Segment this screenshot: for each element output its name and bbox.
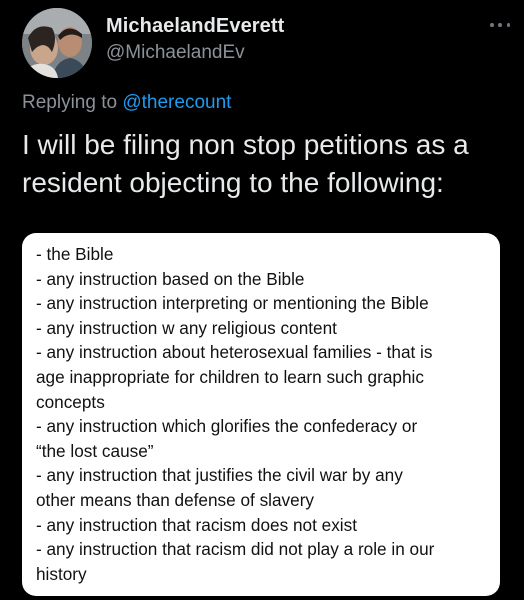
note-line: - any instruction which glorifies the co… [36,416,418,437]
note-line: other means than defense of slavery [36,489,315,510]
note-line: - the Bible [36,244,114,264]
tweet-text: I will be filing non stop petitions as a… [22,126,512,202]
profile-photo-icon [22,8,92,78]
note-line: - any instruction about heterosexual fam… [36,342,433,363]
replying-to: Replying to @therecount [22,91,231,115]
replying-to-mention[interactable]: @therecount [122,92,231,113]
attached-note-image[interactable]: - the Bible - any instruction based on t… [22,233,500,596]
note-line: history [36,563,87,584]
note-line: - any instruction w any religious conten… [36,317,337,338]
tweet: MichaelandEverett @MichaelandEv Replying… [0,0,524,600]
tweet-text-line: I will be filing non stop petitions as a [22,129,469,160]
note-line: age inappropriate for children to learn … [36,366,424,387]
author-display-name[interactable]: MichaelandEverett [106,14,284,38]
note-line: “the lost cause” [36,440,154,461]
replying-to-label: Replying to [22,92,123,113]
tweet-text-line: resident objecting to the following: [22,167,444,198]
note-line: - any instruction based on the Bible [36,268,305,289]
avatar[interactable] [22,8,92,78]
note-line: - any instruction that racism did not pl… [36,539,435,560]
more-horizontal-icon[interactable] [490,22,510,28]
note-line: concepts [36,391,105,412]
author-handle[interactable]: @MichaelandEv [106,41,284,65]
note-line: - any instruction that racism does not e… [36,514,357,535]
author-block: MichaelandEverett @MichaelandEv [106,14,284,65]
note-line: - any instruction interpreting or mentio… [36,293,429,314]
note-line: - any instruction that justifies the civ… [36,465,403,486]
